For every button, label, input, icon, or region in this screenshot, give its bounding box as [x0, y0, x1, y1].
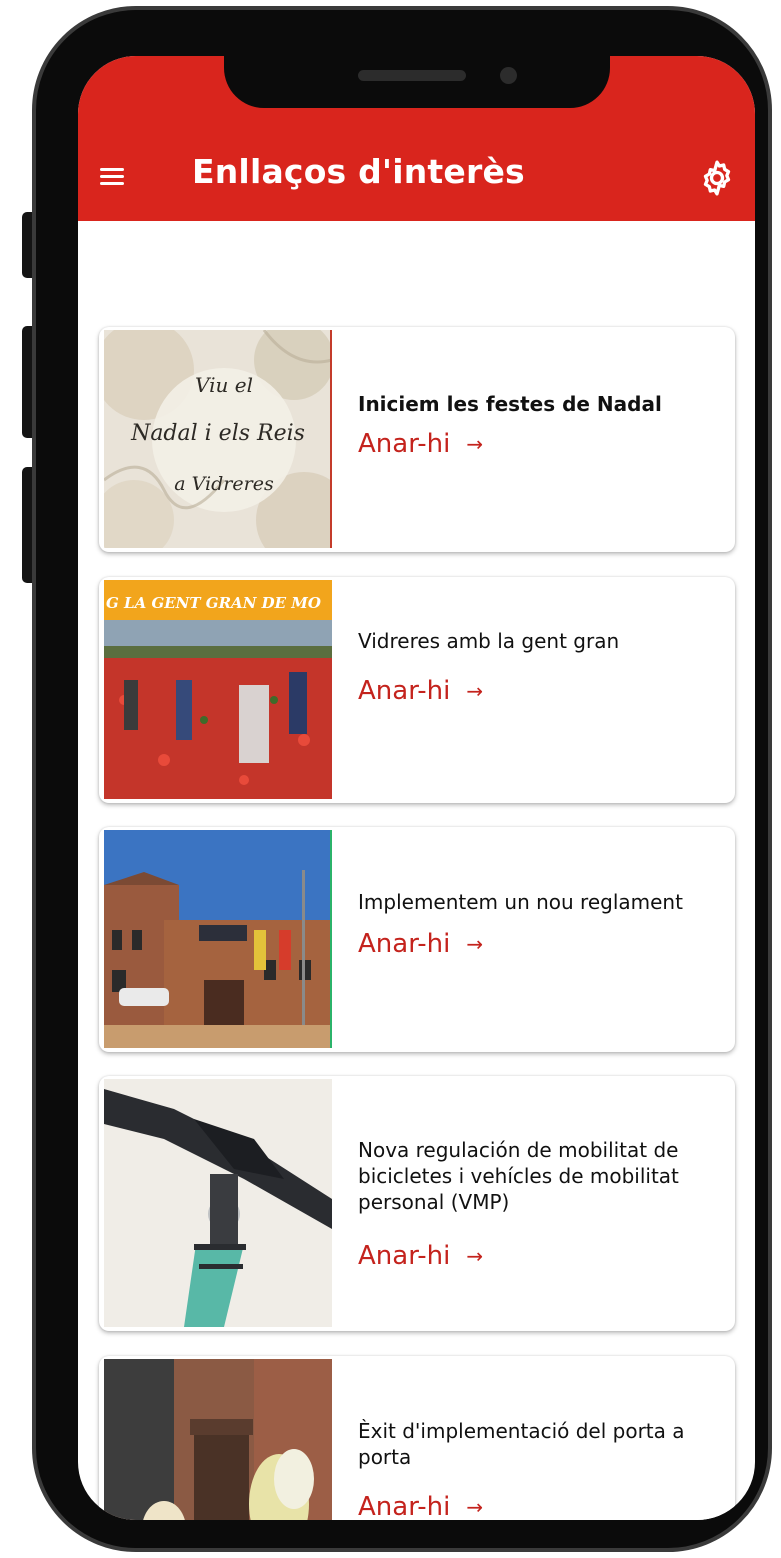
item-content: Vidreres amb la gent gran Anar-hi →: [358, 628, 718, 706]
front-camera: [500, 67, 517, 84]
arrow-right-icon: →: [466, 432, 484, 456]
page-title: Enllaços d'interès: [192, 152, 525, 191]
list-item[interactable]: Nova regulación de mobilitat de biciclet…: [99, 1076, 735, 1331]
anar-hi-link[interactable]: Anar-hi →: [358, 676, 483, 706]
item-thumbnail: G LA GENT GRAN DE MO: [104, 580, 332, 799]
gear-icon[interactable]: [697, 158, 737, 198]
svg-text:Nadal i els Reis: Nadal i els Reis: [130, 421, 305, 446]
item-thumbnail: [104, 1359, 332, 1520]
item-content: Iniciem les festes de Nadal Anar-hi →: [358, 391, 718, 459]
arrow-right-icon: →: [466, 679, 484, 703]
item-content: Implementem un nou reglament Anar-hi →: [358, 889, 718, 959]
item-title: Èxit d'implementació del porta a porta: [358, 1419, 685, 1469]
list-item[interactable]: Èxit d'implementació del porta a porta A…: [99, 1356, 735, 1520]
item-content: Nova regulación de mobilitat de biciclet…: [358, 1137, 718, 1271]
list-item[interactable]: Implementem un nou reglament Anar-hi →: [99, 827, 735, 1052]
item-thumbnail: [104, 1079, 332, 1327]
phone-notch: [224, 56, 610, 108]
town-hall-photo: [104, 830, 332, 1048]
item-thumbnail: Viu el Nadal i els Reis a Vidreres: [104, 330, 332, 548]
poppy-field-photo: G LA GENT GRAN DE MO: [104, 580, 332, 799]
item-title: Nova regulación de mobilitat de biciclet…: [358, 1138, 679, 1214]
anar-hi-link[interactable]: Anar-hi →: [358, 1492, 483, 1520]
item-title: Vidreres amb la gent gran: [358, 629, 620, 653]
arrow-right-icon: →: [466, 932, 484, 956]
item-thumbnail: [104, 830, 332, 1048]
list-item[interactable]: Viu el Nadal i els Reis a Vidreres Inici…: [99, 327, 735, 552]
anar-hi-link[interactable]: Anar-hi →: [358, 1241, 483, 1271]
christmas-poster-image: Viu el Nadal i els Reis a Vidreres: [104, 330, 332, 548]
waste-bins-photo: [104, 1359, 332, 1520]
anar-hi-link[interactable]: Anar-hi →: [358, 929, 483, 959]
svg-text:G LA GENT GRAN DE MO: G LA GENT GRAN DE MO: [106, 594, 321, 612]
speaker-grille: [358, 70, 466, 81]
arrow-right-icon: →: [466, 1495, 484, 1519]
phone-screen: Enllaços d'interès Viu el Nadal i els Re…: [78, 56, 755, 1520]
arrow-right-icon: →: [466, 1244, 484, 1268]
item-title: Iniciem les festes de Nadal: [358, 392, 662, 416]
item-content: Èxit d'implementació del porta a porta A…: [358, 1418, 718, 1520]
svg-text:a Vidreres: a Vidreres: [174, 473, 274, 495]
scooter-handlebar-photo: [104, 1079, 332, 1327]
list-item[interactable]: G LA GENT GRAN DE MO Vidreres amb la gen…: [99, 577, 735, 803]
anar-hi-link[interactable]: Anar-hi →: [358, 429, 483, 459]
item-title: Implementem un nou reglament: [358, 890, 683, 914]
hamburger-menu-icon[interactable]: [100, 168, 124, 186]
svg-text:Viu el: Viu el: [195, 373, 253, 397]
